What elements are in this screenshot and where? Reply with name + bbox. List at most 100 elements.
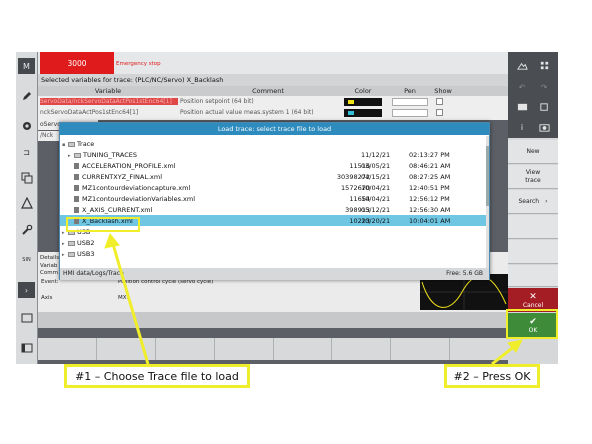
item-time: 02:13:27 PM	[409, 151, 450, 159]
item-name: Trace	[77, 140, 95, 148]
mountain-icon[interactable]	[514, 58, 530, 72]
item-date: 03/05/21	[361, 162, 391, 170]
camera-icon[interactable]	[536, 120, 552, 134]
color-select[interactable]	[344, 109, 382, 117]
bracket-icon[interactable]: ⊐	[18, 144, 35, 160]
list-item[interactable]: ACCELERATION_PROFILE.xml 11516 03/05/21 …	[60, 160, 486, 171]
search-button[interactable]: Search ›	[508, 190, 558, 214]
horizontal-softkey[interactable]	[332, 338, 392, 360]
step2-callout: #2 – Press OK	[444, 364, 540, 388]
item-date: 04/15/21	[361, 173, 391, 181]
warning-icon[interactable]	[18, 195, 35, 211]
scrollbar-thumb[interactable]	[486, 146, 489, 206]
softkey-toolbar: ↶ ↷ i	[508, 52, 558, 138]
item-name: USB2	[77, 239, 95, 247]
table-row[interactable]: ServoData/nckServoDataActPos1stEnc64[1] …	[38, 97, 508, 107]
folder-icon	[74, 153, 81, 158]
item-time: 10:04:01 AM	[409, 217, 451, 225]
file-icon	[74, 174, 79, 180]
horizontal-softkey[interactable]	[450, 338, 508, 360]
horizontal-softkey[interactable]	[38, 338, 97, 360]
pencil-icon[interactable]	[18, 88, 35, 104]
copy-icon[interactable]	[18, 170, 35, 186]
horizontal-softkey[interactable]	[156, 338, 215, 360]
list-item[interactable]: ▸ USB3	[60, 248, 486, 259]
variable-label: Variab	[40, 263, 58, 269]
pen-select[interactable]	[392, 109, 428, 117]
list-item[interactable]: X_AXIS_CURRENT.xml 398913 05/12/21 12:56…	[60, 204, 486, 215]
redo-icon[interactable]: ↷	[536, 80, 552, 94]
panel-icon[interactable]	[18, 340, 35, 356]
copy-icon[interactable]	[536, 100, 552, 114]
chevron-right-icon[interactable]: ›	[18, 282, 35, 298]
item-time: 12:56:30 AM	[409, 206, 451, 214]
dialog-title: Load trace: select trace file to load	[60, 123, 489, 135]
trace-header: Selected variables for trace: (PLC/NC/Se…	[38, 74, 508, 86]
item-name: MZ1contourdeviationcapture.xml	[82, 184, 191, 192]
folder-icon	[68, 252, 75, 257]
variable-cell: nckServoDataActPos1stEnc64[1]	[40, 109, 139, 116]
pen-select[interactable]	[392, 98, 428, 106]
variable-cell: ServoData/nckServoDataActPos1stEnc64[1]	[40, 98, 178, 105]
empty-softkey[interactable]	[508, 265, 558, 287]
item-name: ACCELERATION_PROFILE.xml	[82, 162, 176, 170]
show-checkbox[interactable]	[436, 109, 443, 116]
screen-icon[interactable]	[514, 100, 530, 114]
status-row	[38, 312, 508, 328]
list-item[interactable]: CURRENTXYZ_FINAL.xml 30398272 04/15/21 0…	[60, 171, 486, 182]
search-label: Search	[518, 197, 540, 205]
alarm-number[interactable]: 3000	[40, 52, 114, 74]
cancel-label: Cancel	[522, 301, 544, 309]
alarm-bar: 3000 Emergency stop	[38, 52, 508, 74]
horizontal-softkey[interactable]	[97, 338, 156, 360]
item-time: 08:27:25 AM	[409, 173, 451, 181]
horizontal-softkey[interactable]	[215, 338, 274, 360]
left-toolbar: M ⊐ SIN ›	[16, 52, 38, 364]
highlight-selected-file	[66, 217, 140, 232]
info-icon[interactable]: i	[514, 120, 530, 134]
list-item[interactable]: ▸ TUNING_TRACES 11/12/21 02:13:27 PM	[60, 149, 486, 160]
grid-icon[interactable]	[536, 58, 552, 72]
column-header-variable: Variable	[94, 87, 122, 95]
list-item[interactable]: MZ1contourdeviationcapture.xml 1572670 1…	[60, 182, 486, 193]
highlight-ok-button	[506, 309, 558, 339]
gear-icon[interactable]	[18, 118, 35, 134]
item-name: MZ1contourdeviationVariables.xml	[82, 195, 196, 203]
empty-softkey[interactable]	[508, 240, 558, 264]
comment-cell: Position actual value meas.system 1 (64 …	[180, 109, 314, 116]
item-date: 10/20/21	[361, 217, 391, 225]
axis-label: Axis	[41, 295, 53, 301]
horizontal-softkey[interactable]	[274, 338, 333, 360]
folder-open-icon	[68, 142, 75, 147]
list-item[interactable]: ▪ Trace	[60, 138, 486, 149]
new-button[interactable]: New	[508, 140, 558, 164]
event-label: Event:	[41, 279, 59, 285]
table-row[interactable]: nckServoDataActPos1stEnc64[1] Position a…	[38, 108, 508, 118]
dialog-scrollbar[interactable]	[486, 136, 489, 268]
list-item[interactable]: MZ1contourdeviationVariables.xml 11654 1…	[60, 193, 486, 204]
sinumerik-logo-icon[interactable]: SIN	[18, 252, 35, 268]
horizontal-softkey[interactable]	[391, 338, 451, 360]
item-date: 10/04/21	[361, 195, 391, 203]
empty-softkey[interactable]	[508, 215, 558, 239]
item-time: 08:46:21 AM	[409, 162, 451, 170]
color-select[interactable]	[344, 98, 382, 106]
load-trace-dialog: Load trace: select trace file to load ▪ T…	[59, 122, 490, 280]
file-tree: ▪ Trace ▸ TUNING_TRACES 11/12/21 02:13:27 …	[60, 136, 489, 268]
column-header-show: Show	[434, 87, 452, 95]
free-space: Free: 5.6 GB	[446, 270, 483, 277]
current-path: HMI data/Logs/Trace	[63, 270, 124, 277]
alarm-text: Emergency stop	[116, 61, 161, 67]
machine-icon[interactable]: M	[18, 58, 35, 74]
window-icon[interactable]	[18, 310, 35, 326]
list-item[interactable]: ▸ USB2	[60, 237, 486, 248]
step1-callout: #1 – Choose Trace file to load	[64, 364, 250, 388]
item-time: 12:40:51 PM	[409, 184, 450, 192]
view-trace-button[interactable]: View trace	[508, 165, 558, 189]
comment-cell: Position setpoint (64 bit)	[180, 98, 254, 105]
undo-icon[interactable]: ↶	[514, 80, 530, 94]
show-checkbox[interactable]	[436, 98, 443, 105]
close-icon: ✕	[529, 291, 537, 302]
wrench-icon[interactable]	[18, 222, 35, 238]
item-name: USB3	[77, 250, 95, 258]
